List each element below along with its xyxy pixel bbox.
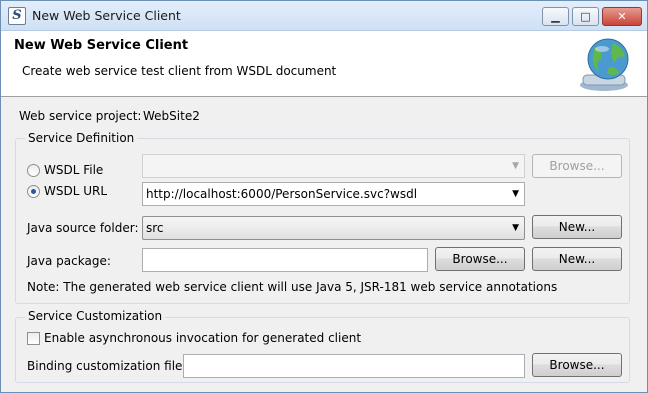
async-invocation-label: Enable asynchronous invocation for gener… bbox=[44, 331, 362, 345]
wsdl-file-browse-button: Browse... bbox=[532, 154, 622, 178]
new-web-service-client-dialog: S New Web Service Client ▁ □ ✕ New Web S… bbox=[0, 0, 648, 393]
minimize-button[interactable]: ▁ bbox=[542, 7, 569, 26]
globe-icon bbox=[580, 38, 629, 91]
java-source-folder-value: src bbox=[146, 221, 164, 235]
wsdl-file-radio[interactable] bbox=[27, 164, 40, 177]
java-package-new-button[interactable]: New... bbox=[532, 247, 622, 271]
title-bar[interactable]: S New Web Service Client ▁ □ ✕ bbox=[1, 1, 647, 31]
wsdl-url-combo[interactable]: http://localhost:6000/PersonService.svc?… bbox=[142, 182, 525, 206]
java-note: Note: The generated web service client w… bbox=[27, 280, 558, 294]
service-customization-legend: Service Customization bbox=[25, 309, 166, 323]
banner-subtitle: Create web service test client from WSDL… bbox=[22, 64, 337, 78]
close-button[interactable]: ✕ bbox=[602, 7, 642, 26]
wsdl-file-combo: ▼ bbox=[142, 154, 525, 178]
chevron-down-icon[interactable]: ▼ bbox=[512, 217, 519, 239]
app-logo-icon: S bbox=[8, 7, 26, 25]
binding-file-label: Binding customization file: bbox=[27, 359, 187, 373]
java-package-input[interactable] bbox=[142, 248, 428, 272]
java-package-browse-button[interactable]: Browse... bbox=[435, 247, 525, 271]
service-definition-legend: Service Definition bbox=[25, 131, 138, 145]
maximize-button[interactable]: □ bbox=[572, 7, 599, 26]
java-source-folder-select[interactable]: src ▼ bbox=[142, 216, 525, 240]
wizard-banner: New Web Service Client Create web servic… bbox=[1, 31, 647, 97]
project-label: Web service project: bbox=[19, 109, 142, 123]
binding-file-browse-button[interactable]: Browse... bbox=[532, 353, 622, 377]
wsdl-url-label: WSDL URL bbox=[44, 184, 108, 198]
binding-file-input[interactable] bbox=[183, 354, 525, 378]
wsdl-url-radio[interactable] bbox=[27, 185, 40, 198]
window-title: New Web Service Client bbox=[32, 8, 181, 23]
banner-title: New Web Service Client bbox=[14, 38, 189, 53]
java-source-folder-new-button[interactable]: New... bbox=[532, 215, 622, 239]
chevron-down-icon[interactable]: ▼ bbox=[512, 183, 519, 205]
java-source-folder-label: Java source folder: bbox=[27, 221, 139, 235]
wsdl-url-value: http://localhost:6000/PersonService.svc?… bbox=[146, 187, 418, 201]
async-invocation-checkbox[interactable] bbox=[27, 332, 40, 345]
project-value: WebSite2 bbox=[143, 109, 200, 123]
chevron-down-icon: ▼ bbox=[512, 161, 519, 171]
java-package-label: Java package: bbox=[27, 254, 111, 268]
wsdl-file-label: WSDL File bbox=[44, 163, 104, 177]
